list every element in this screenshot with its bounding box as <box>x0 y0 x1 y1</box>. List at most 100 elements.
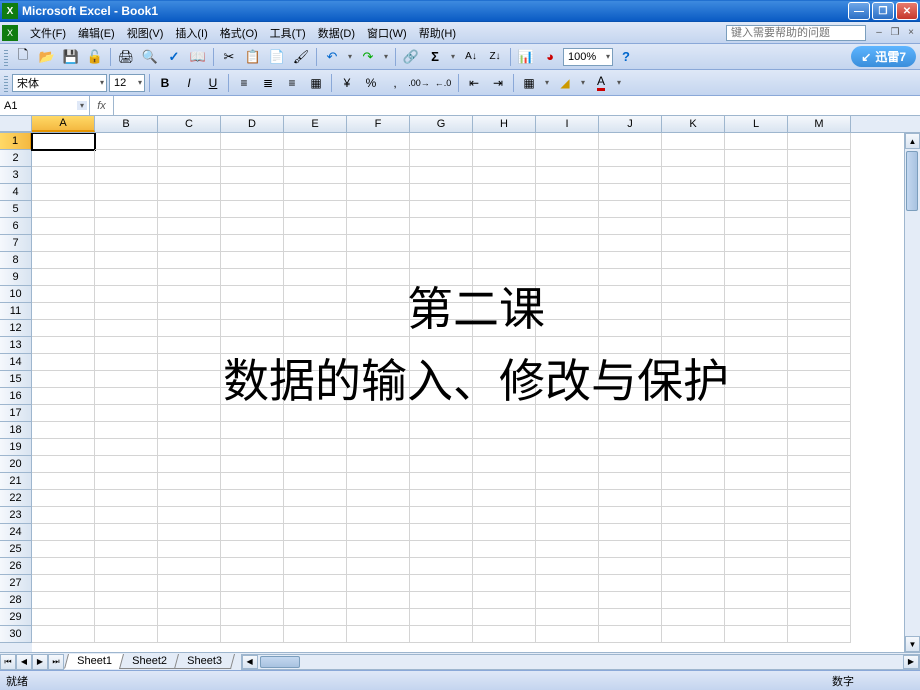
permission-button[interactable]: 🔓 <box>84 46 106 68</box>
cell-K5[interactable] <box>662 201 725 218</box>
cell-D20[interactable] <box>221 456 284 473</box>
cell-A26[interactable] <box>32 558 95 575</box>
cell-I30[interactable] <box>536 626 599 643</box>
cell-C5[interactable] <box>158 201 221 218</box>
maximize-button[interactable]: ❐ <box>872 2 894 20</box>
cell-L26[interactable] <box>725 558 788 575</box>
cell-B4[interactable] <box>95 184 158 201</box>
cell-B20[interactable] <box>95 456 158 473</box>
cell-M2[interactable] <box>788 150 851 167</box>
cell-M13[interactable] <box>788 337 851 354</box>
cell-B24[interactable] <box>95 524 158 541</box>
fill-color-button[interactable]: ◢ <box>554 72 576 94</box>
cell-E2[interactable] <box>284 150 347 167</box>
cell-D17[interactable] <box>221 405 284 422</box>
row-header-11[interactable]: 11 <box>0 303 32 320</box>
row-header-28[interactable]: 28 <box>0 592 32 609</box>
font-color-button[interactable]: A <box>590 72 612 94</box>
select-all-corner[interactable] <box>0 116 32 132</box>
cell-D21[interactable] <box>221 473 284 490</box>
row-header-14[interactable]: 14 <box>0 354 32 371</box>
cell-G11[interactable] <box>410 303 473 320</box>
cell-A30[interactable] <box>32 626 95 643</box>
cell-I6[interactable] <box>536 218 599 235</box>
cell-C28[interactable] <box>158 592 221 609</box>
cell-B15[interactable] <box>95 371 158 388</box>
cell-B10[interactable] <box>95 286 158 303</box>
cell-L3[interactable] <box>725 167 788 184</box>
vscroll-track[interactable] <box>905 149 920 636</box>
cell-I19[interactable] <box>536 439 599 456</box>
cell-B8[interactable] <box>95 252 158 269</box>
cell-M21[interactable] <box>788 473 851 490</box>
cell-K15[interactable] <box>662 371 725 388</box>
cell-F14[interactable] <box>347 354 410 371</box>
cell-A9[interactable] <box>32 269 95 286</box>
cell-H15[interactable] <box>473 371 536 388</box>
cell-H29[interactable] <box>473 609 536 626</box>
cell-J2[interactable] <box>599 150 662 167</box>
cell-E19[interactable] <box>284 439 347 456</box>
cell-G14[interactable] <box>410 354 473 371</box>
cell-M10[interactable] <box>788 286 851 303</box>
horizontal-scrollbar[interactable]: ◀ ▶ <box>241 654 920 670</box>
cell-J18[interactable] <box>599 422 662 439</box>
cell-A12[interactable] <box>32 320 95 337</box>
cell-A13[interactable] <box>32 337 95 354</box>
cell-K7[interactable] <box>662 235 725 252</box>
cell-F18[interactable] <box>347 422 410 439</box>
cell-C7[interactable] <box>158 235 221 252</box>
cell-L17[interactable] <box>725 405 788 422</box>
cell-K20[interactable] <box>662 456 725 473</box>
cell-F20[interactable] <box>347 456 410 473</box>
cell-H8[interactable] <box>473 252 536 269</box>
toolbar-grip[interactable] <box>4 48 8 66</box>
cell-C11[interactable] <box>158 303 221 320</box>
cell-E20[interactable] <box>284 456 347 473</box>
cell-I23[interactable] <box>536 507 599 524</box>
cell-D22[interactable] <box>221 490 284 507</box>
cell-A4[interactable] <box>32 184 95 201</box>
row-header-18[interactable]: 18 <box>0 422 32 439</box>
cell-C17[interactable] <box>158 405 221 422</box>
cell-H30[interactable] <box>473 626 536 643</box>
cell-G10[interactable] <box>410 286 473 303</box>
align-center-button[interactable]: ≣ <box>257 72 279 94</box>
cell-F5[interactable] <box>347 201 410 218</box>
menu-edit[interactable]: 编辑(E) <box>72 23 121 43</box>
cell-E8[interactable] <box>284 252 347 269</box>
cell-A22[interactable] <box>32 490 95 507</box>
cell-J11[interactable] <box>599 303 662 320</box>
chart-button[interactable]: 📊 <box>515 46 537 68</box>
cell-M15[interactable] <box>788 371 851 388</box>
cell-L9[interactable] <box>725 269 788 286</box>
cell-F10[interactable] <box>347 286 410 303</box>
cell-D29[interactable] <box>221 609 284 626</box>
cell-G30[interactable] <box>410 626 473 643</box>
cell-E28[interactable] <box>284 592 347 609</box>
cell-G12[interactable] <box>410 320 473 337</box>
cell-L16[interactable] <box>725 388 788 405</box>
cell-G6[interactable] <box>410 218 473 235</box>
cell-K14[interactable] <box>662 354 725 371</box>
cell-C1[interactable] <box>158 133 221 150</box>
close-button[interactable]: ✕ <box>896 2 918 20</box>
name-box[interactable]: A1 <box>0 96 90 115</box>
brand-badge[interactable]: ↙ 迅雷7 <box>851 46 916 67</box>
decrease-decimal-button[interactable]: ←.0 <box>432 72 454 94</box>
cell-D7[interactable] <box>221 235 284 252</box>
cell-M24[interactable] <box>788 524 851 541</box>
cell-A29[interactable] <box>32 609 95 626</box>
cell-H17[interactable] <box>473 405 536 422</box>
row-header-4[interactable]: 4 <box>0 184 32 201</box>
cell-C25[interactable] <box>158 541 221 558</box>
font-size-combo[interactable]: 12 <box>109 74 145 92</box>
row-header-13[interactable]: 13 <box>0 337 32 354</box>
cell-G1[interactable] <box>410 133 473 150</box>
cell-L19[interactable] <box>725 439 788 456</box>
cell-G18[interactable] <box>410 422 473 439</box>
cell-J17[interactable] <box>599 405 662 422</box>
cell-K11[interactable] <box>662 303 725 320</box>
merge-center-button[interactable]: ▦ <box>305 72 327 94</box>
insert-function-button[interactable]: fx <box>90 96 114 115</box>
